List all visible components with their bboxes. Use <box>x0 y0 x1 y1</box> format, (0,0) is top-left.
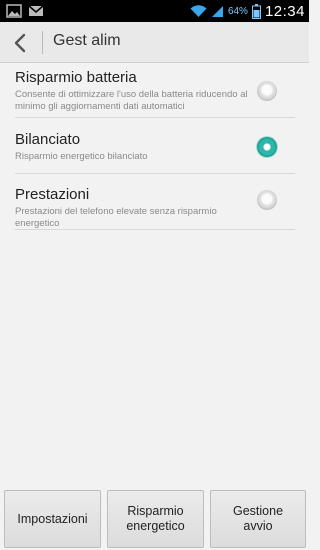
label-line: avvio <box>243 519 273 533</box>
status-bar: 64% 12:34 <box>0 0 309 22</box>
option-subtitle: Consente di ottimizzare l'uso della batt… <box>15 89 248 112</box>
option-balanced[interactable]: Bilanciato Risparmio energetico bilancia… <box>15 118 295 174</box>
radio-button-unselected[interactable] <box>257 81 277 101</box>
settings-button[interactable]: Impostazioni <box>4 490 101 548</box>
chevron-left-icon <box>14 33 26 53</box>
energy-saving-button[interactable]: Risparmio energetico <box>107 490 204 548</box>
status-icons: 64% 12:34 <box>190 0 305 22</box>
label-line: energetico <box>126 519 185 533</box>
option-battery-saving[interactable]: Risparmio batteria Consente di ottimizza… <box>15 63 295 118</box>
image-icon <box>6 4 22 18</box>
option-subtitle: Prestazioni del telefono elevate senza r… <box>15 206 217 229</box>
signal-icon <box>211 5 223 17</box>
power-mode-list: Risparmio batteria Consente di ottimizza… <box>15 63 295 230</box>
title-divider <box>42 31 43 54</box>
energy-saving-button-label: Risparmio energetico <box>126 504 184 534</box>
startup-manager-button-label: Gestione avvio <box>233 504 283 534</box>
back-button[interactable] <box>8 30 34 56</box>
bottom-action-bar: Impostazioni Risparmio energetico Gestio… <box>0 489 309 550</box>
notification-icons <box>6 4 44 18</box>
label-line: Risparmio <box>127 504 184 518</box>
startup-manager-button[interactable]: Gestione avvio <box>210 490 306 548</box>
option-title: Risparmio batteria <box>15 69 137 86</box>
option-title: Bilanciato <box>15 131 81 148</box>
radio-button-selected[interactable] <box>257 137 277 157</box>
mail-icon <box>28 5 44 16</box>
battery-percent: 64% <box>227 5 248 17</box>
label-line: Gestione <box>232 504 284 518</box>
clock: 12:34 <box>264 2 305 20</box>
radio-button-unselected[interactable] <box>257 190 277 210</box>
option-title: Prestazioni <box>15 186 90 203</box>
settings-button-label: Impostazioni <box>17 511 88 526</box>
option-subtitle: Risparmio energetico bilanciato <box>15 151 148 162</box>
page-title: Gest alim <box>53 32 121 49</box>
battery-icon <box>251 3 261 19</box>
wifi-icon <box>190 4 207 17</box>
option-performance[interactable]: Prestazioni Prestazioni del telefono ele… <box>15 174 295 230</box>
title-bar: Gest alim <box>0 22 309 63</box>
